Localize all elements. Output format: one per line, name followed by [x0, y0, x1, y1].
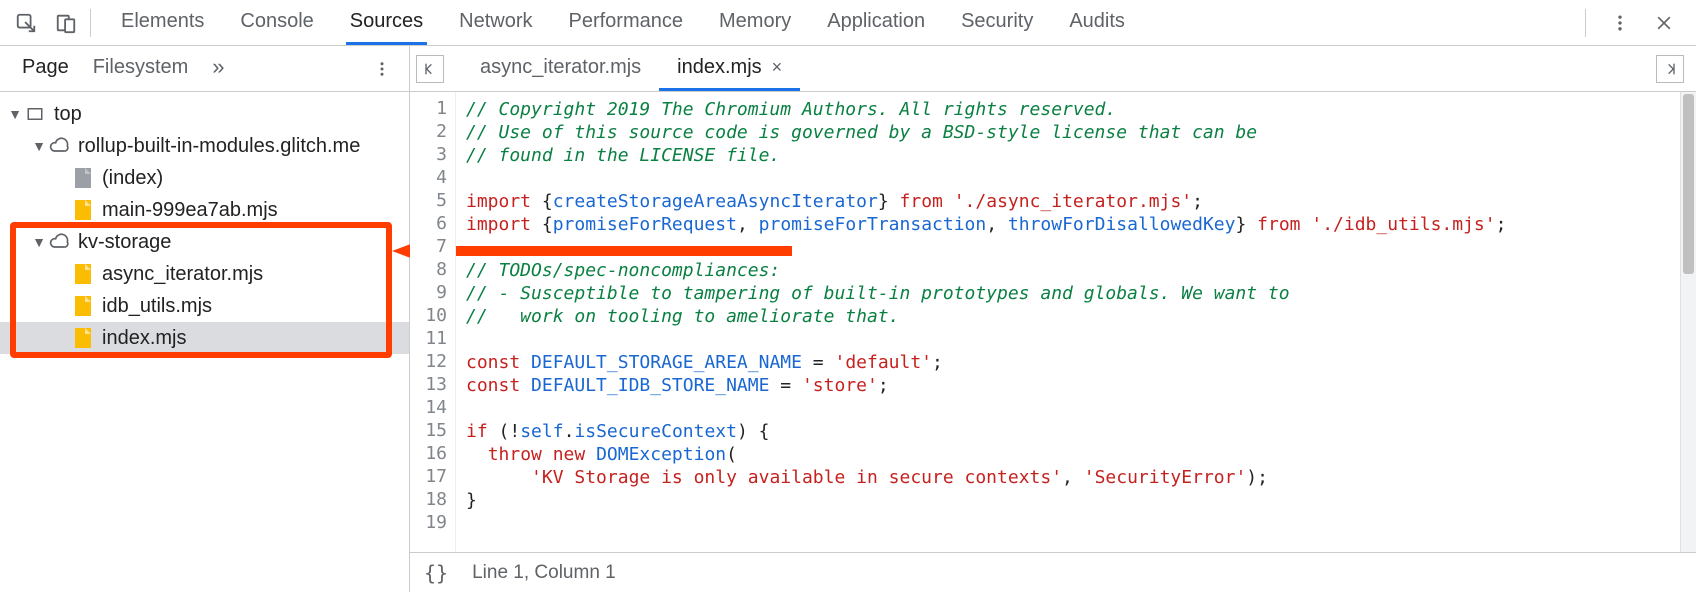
sidebar-kebab-icon[interactable] — [365, 52, 399, 86]
tree-file-index-mjs[interactable]: index.mjs — [0, 322, 409, 354]
cursor-position: Line 1, Column 1 — [472, 562, 616, 584]
nav-forward-icon[interactable] — [1656, 55, 1684, 83]
panel-tab-audits[interactable]: Audits — [1065, 0, 1129, 45]
tree-file-idb-utils-mjs[interactable]: idb_utils.mjs — [0, 290, 409, 322]
panel-tab-console[interactable]: Console — [236, 0, 317, 45]
file-tree: ▼top▼rollup-built-in-modules.glitch.me(i… — [0, 92, 409, 592]
line-gutter: 12345678910111213141516171819 — [410, 92, 456, 552]
close-tab-icon[interactable]: × — [772, 57, 783, 78]
panel-tab-memory[interactable]: Memory — [715, 0, 795, 45]
code-editor[interactable]: // Copyright 2019 The Chromium Authors. … — [456, 92, 1680, 552]
tree-origin[interactable]: ▼rollup-built-in-modules.glitch.me — [0, 130, 409, 162]
sidebar-tab-page[interactable]: Page — [10, 46, 81, 91]
kebab-menu-icon[interactable] — [1600, 3, 1640, 43]
file-tab-async-iterator-mjs[interactable]: async_iterator.mjs — [462, 46, 659, 91]
tree-file-main-999ea7ab-mjs[interactable]: main-999ea7ab.mjs — [0, 194, 409, 226]
tree-folder-kv-storage[interactable]: ▼kv-storage — [0, 226, 409, 258]
device-toggle-icon[interactable] — [46, 3, 86, 43]
panel-tab-security[interactable]: Security — [957, 0, 1037, 45]
sidebar-tab-filesystem[interactable]: Filesystem — [81, 46, 201, 91]
sidebar-more-tabs[interactable]: » — [200, 46, 236, 91]
file-tab-index-mjs[interactable]: index.mjs× — [659, 46, 800, 91]
tree-frame-top[interactable]: ▼top — [0, 98, 409, 130]
panel-tab-sources[interactable]: Sources — [346, 0, 427, 45]
panel-tab-performance[interactable]: Performance — [565, 0, 688, 45]
panel-tab-elements[interactable]: Elements — [117, 0, 208, 45]
panel-tab-network[interactable]: Network — [455, 0, 536, 45]
tree-file-async-iterator-mjs[interactable]: async_iterator.mjs — [0, 258, 409, 290]
vertical-scrollbar[interactable] — [1680, 92, 1696, 552]
tree-file--index-[interactable]: (index) — [0, 162, 409, 194]
panel-tab-application[interactable]: Application — [823, 0, 929, 45]
nav-back-icon[interactable] — [416, 55, 444, 83]
devtools-panel-tabs: Elements Console Sources Network Performance… — [99, 0, 1575, 45]
pretty-print-button[interactable]: {} — [424, 561, 448, 585]
close-devtools-icon[interactable] — [1644, 3, 1684, 43]
inspect-icon[interactable] — [6, 3, 46, 43]
